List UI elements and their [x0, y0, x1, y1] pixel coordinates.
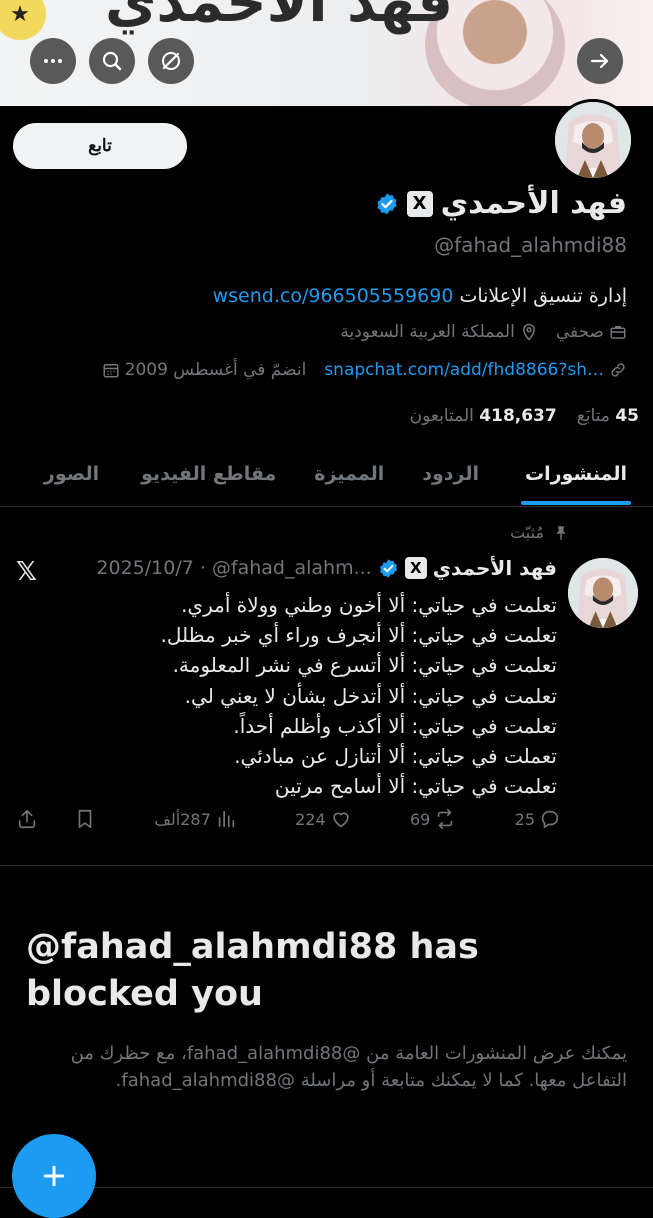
- post-text: تعلمت في حياتي: ألا أخون وطني وولاة أمري…: [37, 590, 557, 801]
- more-horizontal-icon: [44, 59, 62, 63]
- tab-posts-label: المنشورات: [525, 463, 627, 485]
- post-line: تعلمت في حياتي: ألا أتسرع في نشر المعلوم…: [172, 653, 557, 678]
- profile-bio: إدارة تنسيق الإعلانات wsend.co/966505559…: [213, 285, 627, 307]
- profile-avatar[interactable]: [552, 99, 634, 181]
- blocked-title: @fahad_alahmdi88 has blocked you: [26, 927, 479, 1014]
- grok-button[interactable]: [148, 38, 194, 84]
- following-count: 45: [615, 406, 639, 426]
- following-stat[interactable]: 45 متابَع: [577, 406, 639, 426]
- compose-button[interactable]: [12, 1134, 96, 1218]
- grok-icon: [162, 52, 180, 70]
- post-extra-actions: [16, 808, 96, 830]
- like-count: 224: [295, 809, 326, 829]
- reply-icon: [541, 810, 559, 829]
- post-line: تعلمت في حياتي: ألا أنجرف وراء أي خبر مظ…: [160, 623, 557, 648]
- x-affiliate-icon: X: [404, 557, 427, 579]
- blocked-description: يمكنك عرض المنشورات العامة من @fahad_ala…: [70, 1043, 627, 1091]
- tab-photos[interactable]: الصور: [44, 448, 99, 500]
- heart-icon: [332, 812, 349, 828]
- x-logo-icon: 𝕏: [16, 557, 37, 587]
- post-date: 2025/10/7 ·: [96, 557, 206, 579]
- profile-meta-row-2: snapchat.com/add/fhd8866?sh… انضمّ في أغ…: [102, 360, 627, 380]
- forward-button[interactable]: [577, 38, 623, 84]
- reply-button[interactable]: 25: [515, 808, 561, 830]
- briefcase-icon: [610, 326, 626, 339]
- section-divider: [0, 865, 653, 866]
- verified-badge-icon: [379, 558, 397, 578]
- follow-button[interactable]: تابع: [13, 123, 187, 169]
- joined-item: انضمّ في أغسطس 2009: [102, 360, 307, 380]
- share-icon[interactable]: [16, 808, 38, 830]
- joined-text: انضمّ في أغسطس 2009: [124, 360, 307, 380]
- following-label: متابَع: [576, 406, 610, 426]
- views-button[interactable]: 287ألف: [154, 808, 236, 830]
- followers-count: 418,637: [479, 406, 557, 426]
- active-tab-indicator: [521, 501, 631, 505]
- profile-handle: @fahad_alahmdi88: [434, 233, 627, 257]
- star-icon: ★: [0, 0, 46, 40]
- post-line: تعلمت في حياتي: ألا أسامح مرتين: [274, 774, 557, 799]
- tab-videos-label: مقاطع الفيديو: [141, 463, 277, 485]
- more-button[interactable]: [30, 38, 76, 84]
- views-count: 287ألف: [154, 809, 211, 829]
- repost-count: 69: [409, 809, 431, 829]
- website-item[interactable]: snapchat.com/add/fhd8866?sh…: [324, 360, 627, 380]
- pinned-indicator: مُثبّت: [510, 523, 570, 542]
- avatar-image: [555, 102, 631, 178]
- post-line: تعلمت في حياتي: ألا أكذب وأظلم أحداً.: [233, 713, 557, 738]
- post-line: تعلمت في حياتي: ألا أتدخل بشأن لا يعني ل…: [184, 683, 557, 708]
- link-icon: [611, 363, 625, 377]
- post-author-avatar[interactable]: [568, 558, 638, 628]
- bookmark-icon[interactable]: [74, 808, 96, 830]
- tab-photos-label: الصور: [43, 463, 100, 485]
- pinned-label: مُثبّت: [510, 523, 544, 542]
- followers-stat[interactable]: 418,637 المتابعون: [410, 406, 557, 426]
- analytics-icon: [218, 810, 234, 828]
- verified-badge-icon[interactable]: [375, 192, 399, 216]
- like-button[interactable]: 224: [295, 808, 352, 830]
- location-pin-icon: [522, 323, 535, 341]
- search-button[interactable]: [89, 38, 135, 84]
- profile-name-row: فهد الأحمدي X: [375, 186, 627, 221]
- arrow-right-icon: [590, 53, 609, 69]
- category-text: صحفي: [555, 322, 604, 342]
- category-item: صحفي: [556, 322, 627, 342]
- post-line: تعملت في حياتي: ألا أتنازل عن مبادئي.: [234, 744, 557, 769]
- bottom-divider: [0, 1187, 653, 1188]
- post-avatar-image: [568, 558, 638, 628]
- website-link[interactable]: snapchat.com/add/fhd8866?sh…: [324, 360, 604, 380]
- profile-tabs: المنشورات الردود المميزة مقاطع الفيديو ا…: [0, 448, 653, 507]
- location-item: المملكة العربية السعودية: [340, 322, 537, 342]
- tab-highlights-label: المميزة: [314, 463, 385, 485]
- tab-highlights[interactable]: المميزة: [314, 448, 384, 500]
- repost-button[interactable]: 69: [410, 808, 456, 830]
- calendar-icon: [103, 364, 119, 378]
- x-affiliate-icon[interactable]: X: [406, 190, 433, 217]
- post-author-handle: @fahad_alahm...: [211, 557, 372, 579]
- follow-stats: 45 متابَع 418,637 المتابعون: [410, 406, 639, 426]
- post-line: تعلمت في حياتي: ألا أخون وطني وولاة أمري…: [181, 593, 557, 617]
- tab-replies-label: الردود: [422, 463, 479, 485]
- post-header: فهد الأحمدي X @fahad_alahm... 2025/10/7 …: [96, 556, 557, 580]
- reply-count: 25: [514, 809, 535, 829]
- post-author-name[interactable]: فهد الأحمدي: [433, 556, 557, 580]
- followers-label: المتابعون: [409, 406, 474, 426]
- repost-icon: [438, 809, 453, 829]
- search-icon: [102, 51, 122, 71]
- pin-icon: [556, 525, 566, 540]
- plus-icon: [43, 1165, 65, 1187]
- tab-videos[interactable]: مقاطع الفيديو: [141, 448, 276, 500]
- tab-replies[interactable]: الردود: [422, 448, 479, 500]
- tab-posts[interactable]: المنشورات: [521, 448, 631, 505]
- bio-text: إدارة تنسيق الإعلانات: [459, 285, 627, 307]
- post-actions: 25 69 224 287ألف: [16, 808, 561, 830]
- profile-meta-row: صحفي المملكة العربية السعودية: [340, 322, 627, 342]
- banner-title: فهد الأحمدي: [105, 0, 453, 35]
- location-text: المملكة العربية السعودية: [340, 322, 515, 342]
- bio-link[interactable]: wsend.co/966505559690: [213, 285, 454, 307]
- profile-name: فهد الأحمدي: [440, 186, 627, 221]
